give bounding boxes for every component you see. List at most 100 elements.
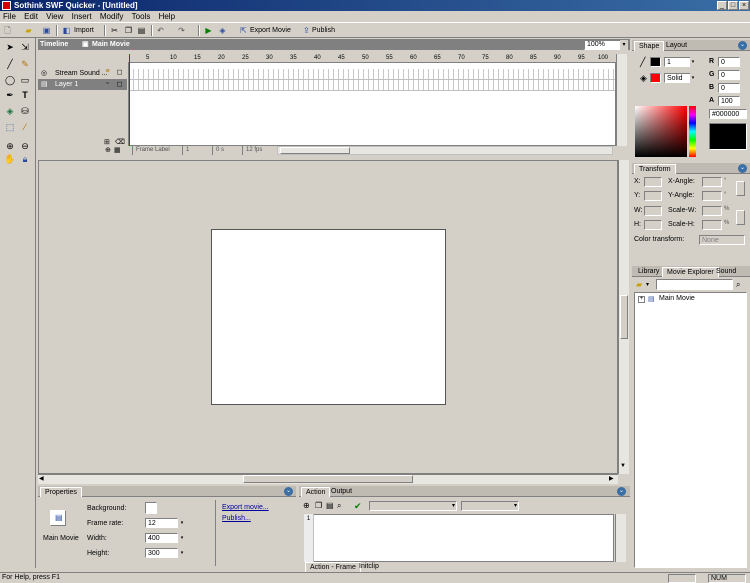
x-angle-input[interactable] xyxy=(702,177,722,187)
tab-output[interactable]: Output xyxy=(327,487,356,497)
scroll-thumb[interactable] xyxy=(280,147,350,154)
transform-tool-icon[interactable]: ⬚ xyxy=(3,120,17,134)
lock-icon[interactable]: ▫ xyxy=(103,80,112,89)
oval-tool-icon[interactable]: ◯ xyxy=(3,73,17,87)
add-layer-icon[interactable]: ⊞ xyxy=(104,138,110,146)
new-file-icon[interactable]: 🗋 xyxy=(3,26,12,35)
zoom-out-tool-icon[interactable]: ⊖ xyxy=(18,139,32,153)
menu-file[interactable]: File xyxy=(0,11,19,22)
target-dropdown[interactable]: ▾ xyxy=(461,501,519,511)
collapse-icon[interactable]: ⌄ xyxy=(284,487,293,496)
dropdown-arrow-icon[interactable]: ▾ xyxy=(646,281,649,288)
check-syntax-icon[interactable]: ✔ xyxy=(354,501,362,512)
rectangle-tool-icon[interactable]: ▭ xyxy=(18,73,32,87)
fill-color-swatch[interactable] xyxy=(650,73,661,83)
undo-icon[interactable]: ↶ xyxy=(156,26,165,35)
hex-color-input[interactable]: #000000 xyxy=(709,109,747,119)
pencil-tool-icon[interactable]: ✎ xyxy=(18,57,32,71)
close-button[interactable]: × xyxy=(739,1,749,10)
subselect-tool-icon[interactable]: ⇲ xyxy=(18,40,32,54)
timeline-vscroll[interactable] xyxy=(616,54,627,146)
paste-icon[interactable]: ▤ xyxy=(137,26,146,35)
search-icon[interactable]: ⌕ xyxy=(736,280,740,290)
visibility-icon[interactable]: ◻ xyxy=(115,80,124,89)
playhead[interactable] xyxy=(129,54,130,146)
tab-properties[interactable]: Properties xyxy=(40,487,82,497)
collapse-icon[interactable]: ⌄ xyxy=(738,41,747,50)
frame-row[interactable] xyxy=(129,80,615,91)
spin-icon[interactable]: ▾ xyxy=(179,548,185,558)
background-color-swatch[interactable] xyxy=(145,502,157,514)
scale-h-input[interactable] xyxy=(702,220,722,230)
paint-bucket-tool-icon[interactable]: ⛁ xyxy=(18,104,32,118)
zoom-dropdown-icon[interactable]: ▾ xyxy=(620,40,628,50)
copy-icon[interactable]: ❐ xyxy=(124,26,133,35)
statement-dropdown[interactable]: ▾ xyxy=(369,501,457,511)
add-statement-icon[interactable]: ⊕ xyxy=(303,501,310,510)
width-input[interactable]: 400 xyxy=(145,533,178,543)
frame-rate-input[interactable]: 12 xyxy=(145,518,178,528)
scale-w-input[interactable] xyxy=(702,206,722,216)
g-input[interactable]: 0 xyxy=(718,70,740,80)
scroll-down-icon[interactable]: ▼ xyxy=(620,463,626,469)
spin-icon[interactable]: ▾ xyxy=(690,73,696,83)
constrain-scale-icon[interactable] xyxy=(736,210,745,225)
center-frame-icon[interactable]: ⊕ xyxy=(105,146,111,155)
tab-library[interactable]: Library xyxy=(634,267,663,277)
tab-shape[interactable]: Shape xyxy=(634,41,665,51)
maximize-button[interactable]: □ xyxy=(728,1,738,10)
b-input[interactable]: 0 xyxy=(718,83,740,93)
stage-canvas[interactable] xyxy=(211,229,446,405)
minimize-button[interactable]: _ xyxy=(717,1,727,10)
folder-icon[interactable]: ▰ xyxy=(636,280,642,289)
spin-icon[interactable]: ▾ xyxy=(690,57,696,67)
expand-icon[interactable]: + xyxy=(638,296,645,303)
scroll-thumb[interactable] xyxy=(243,475,413,483)
w-input[interactable] xyxy=(644,206,662,216)
y-input[interactable] xyxy=(644,191,662,201)
x-input[interactable] xyxy=(644,177,662,187)
frame-row[interactable] xyxy=(129,69,615,80)
color-transform-select[interactable]: None xyxy=(699,235,745,245)
scroll-thumb[interactable] xyxy=(620,295,628,339)
constrain-angle-icon[interactable] xyxy=(736,181,745,196)
frame-label-field[interactable]: Frame Label xyxy=(132,146,180,155)
hue-slider[interactable] xyxy=(689,106,696,157)
save-icon[interactable]: ▣ xyxy=(42,26,51,35)
y-angle-input[interactable] xyxy=(702,191,722,201)
publish-link[interactable]: Publish... xyxy=(222,514,251,524)
height-input[interactable]: 300 xyxy=(145,548,178,558)
spin-icon[interactable]: ▾ xyxy=(179,518,185,528)
stage-hscroll[interactable]: ◀ ▶ xyxy=(38,474,618,484)
stroke-color-swatch[interactable] xyxy=(650,57,661,67)
export-movie-link[interactable]: Export movie... xyxy=(222,503,269,513)
publish-button[interactable]: Publish xyxy=(312,26,335,35)
open-folder-icon[interactable]: ▰ xyxy=(24,26,33,35)
copy-icon[interactable]: ❐ xyxy=(315,501,322,510)
explorer-tree[interactable]: + ▤ Main Movie xyxy=(634,292,747,568)
lock-tool-icon[interactable]: 🔒︎ xyxy=(18,152,32,166)
tab-transform[interactable]: Transform xyxy=(634,164,676,174)
redo-icon[interactable]: ↷ xyxy=(177,26,186,35)
publish-icon[interactable]: ⇪ xyxy=(302,26,311,35)
delete-layer-icon[interactable]: ⌫ xyxy=(115,138,125,146)
line-tool-icon[interactable]: ╱ xyxy=(3,57,17,71)
editor-vscroll[interactable] xyxy=(615,514,626,562)
tab-action-frame[interactable]: Action - Frame xyxy=(305,562,361,572)
export-movie-icon[interactable]: ⇱ xyxy=(239,26,248,35)
alpha-input[interactable]: 100 xyxy=(718,96,740,106)
onion-skin-icon[interactable]: ▦ xyxy=(114,146,121,155)
spin-icon[interactable]: ▾ xyxy=(179,533,185,543)
text-tool-icon[interactable]: T xyxy=(18,88,32,102)
tab-movie-explorer[interactable]: Movie Explorer xyxy=(662,267,719,277)
menu-modify[interactable]: Modify xyxy=(97,11,127,22)
hand-tool-icon[interactable]: ✋ xyxy=(3,152,17,166)
pen-tool-icon[interactable]: ✒ xyxy=(3,88,17,102)
paste-icon[interactable]: ▤ xyxy=(326,501,334,510)
find-icon[interactable]: ⌕ xyxy=(337,501,341,511)
script-editor[interactable] xyxy=(304,514,614,562)
menu-help[interactable]: Help xyxy=(156,11,178,22)
play-icon[interactable]: ▶ xyxy=(204,26,213,35)
visibility-icon[interactable]: ◻ xyxy=(115,68,124,77)
test-movie-icon[interactable]: ◈ xyxy=(218,26,227,35)
